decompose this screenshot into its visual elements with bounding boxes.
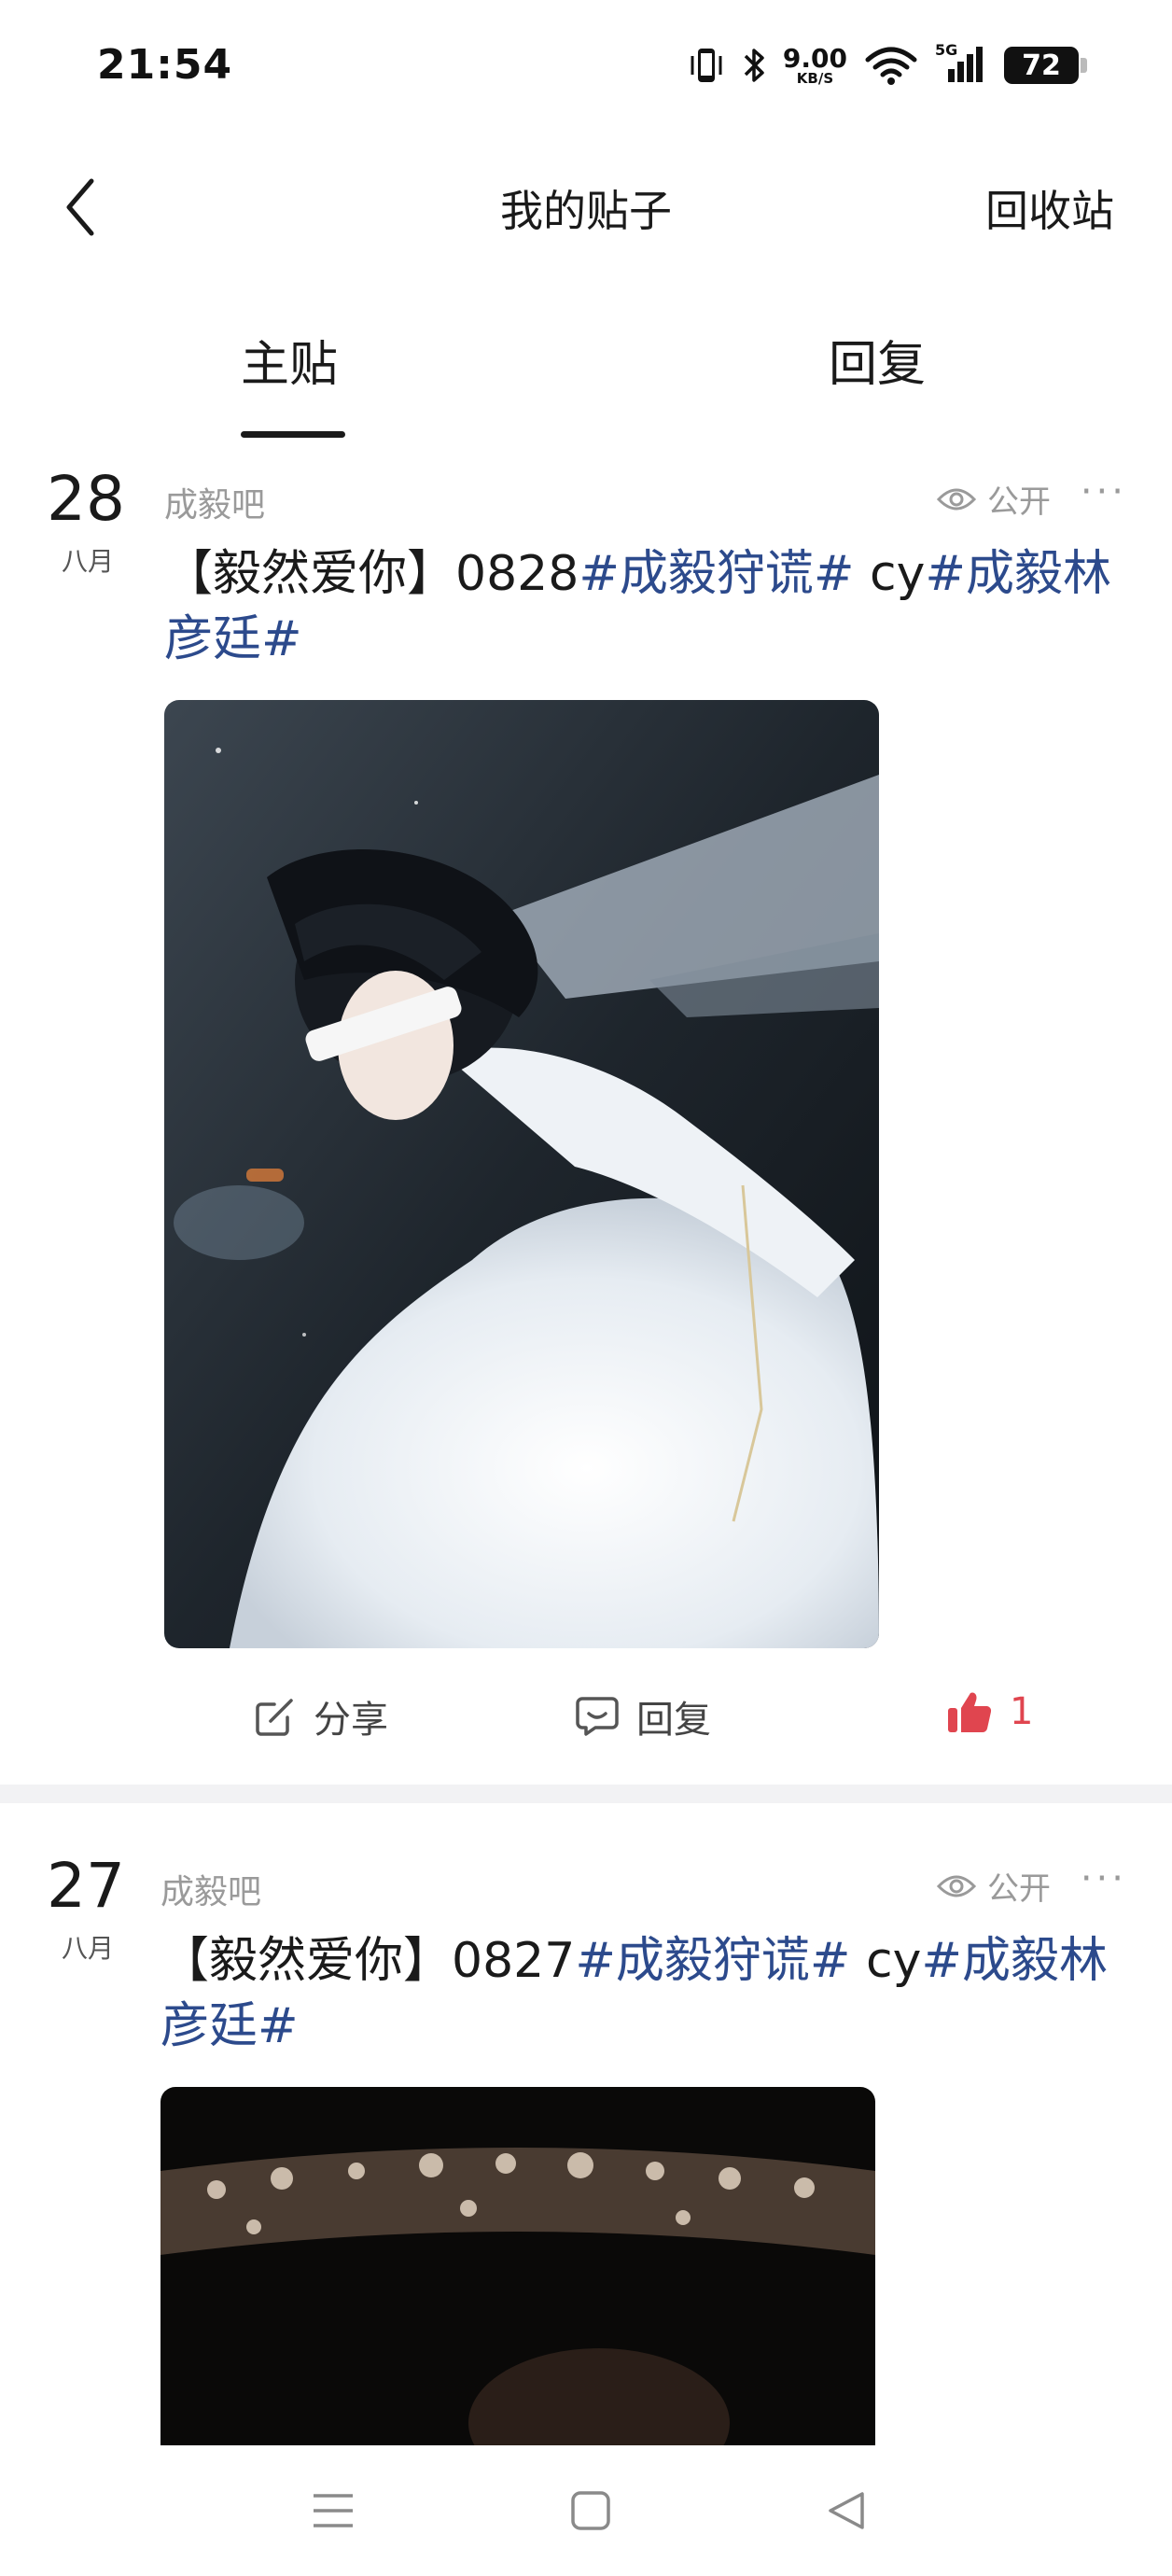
share-button[interactable]: 分享 [254, 1689, 388, 1743]
title-text: 【毅然爱你】0827 [160, 1933, 576, 1989]
post-visibility[interactable]: 公开 [937, 476, 1051, 522]
status-bar: 21:54 9.00 KB/S 5G 72 [0, 0, 1172, 131]
post-forum-name[interactable]: 成毅吧 [160, 1865, 261, 1913]
eye-icon [937, 488, 976, 510]
hashtag-link[interactable]: #成毅狩谎# [575, 1933, 850, 1989]
back-nav-button[interactable] [814, 2483, 879, 2539]
thumbs-up-icon [948, 1692, 992, 1733]
post-card[interactable]: 27 八月 成毅吧 公开 ··· 【毅然爱你】0827#成毅狩谎# cy#成毅林… [0, 1835, 1172, 2445]
reply-label: 回复 [636, 1699, 711, 1742]
post-date-month: 八月 [62, 1933, 115, 1964]
post-title[interactable]: 【毅然爱你】0828#成毅狩谎# cy#成毅林彦廷# [164, 541, 1116, 672]
tab-bar: 主贴 回复 [0, 308, 1172, 439]
more-options-button[interactable]: ··· [1081, 470, 1127, 513]
battery-icon: 72 [1004, 47, 1087, 84]
post-image[interactable] [160, 2087, 875, 2445]
title-text: cy [854, 546, 926, 602]
post-date-day: 28 [47, 463, 125, 535]
post-divider [0, 1785, 1172, 1803]
post-date-day: 27 [47, 1850, 125, 1922]
tab-main-posts[interactable]: 主贴 [241, 325, 338, 395]
post-date-month: 八月 [62, 546, 115, 577]
home-square-icon [571, 2491, 610, 2530]
status-icons: 9.00 KB/S 5G 72 [688, 37, 1087, 93]
visibility-label: 公开 [987, 1870, 1051, 1908]
post-actions: 分享 回复 1 [0, 1680, 1172, 1755]
post-visibility[interactable]: 公开 [937, 1863, 1051, 1909]
title-text: 【毅然爱你】0828 [164, 546, 579, 602]
eye-icon [937, 1875, 976, 1897]
tab-replies[interactable]: 回复 [829, 325, 926, 395]
tab-active-indicator [241, 431, 345, 438]
menu-icon [314, 2494, 353, 2527]
system-nav-bar [0, 2445, 1172, 2576]
visibility-label: 公开 [987, 483, 1051, 521]
net-speed-unit: KB/S [796, 69, 834, 87]
share-label: 分享 [314, 1699, 388, 1742]
signal-icon: 5G [935, 41, 987, 86]
post-forum-name[interactable]: 成毅吧 [164, 478, 265, 526]
battery-level: 72 [1022, 49, 1061, 82]
wifi-icon [864, 45, 918, 86]
post-title[interactable]: 【毅然爱你】0827#成毅狩谎# cy#成毅林彦廷# [160, 1928, 1112, 2059]
more-options-button[interactable]: ··· [1081, 1857, 1127, 1900]
hashtag-link[interactable]: #成毅狩谎# [579, 546, 854, 602]
comment-icon [576, 1697, 619, 1736]
post-image[interactable] [164, 700, 879, 1648]
vibrate-icon [688, 45, 725, 86]
title-text: cy [850, 1933, 922, 1989]
back-triangle-icon [829, 2492, 864, 2529]
status-time: 21:54 [97, 41, 233, 89]
recycle-bin-button[interactable]: 回收站 [985, 177, 1114, 239]
like-button[interactable]: 1 [946, 1689, 1033, 1734]
reply-button[interactable]: 回复 [575, 1689, 711, 1743]
share-icon [256, 1699, 293, 1736]
menu-nav-button[interactable] [300, 2483, 366, 2539]
post-card[interactable]: 28 八月 成毅吧 公开 ··· 【毅然爱你】0828#成毅狩谎# cy#成毅林… [0, 448, 1172, 1801]
net-speed-value: 9.00 [782, 42, 847, 74]
home-nav-button[interactable] [558, 2483, 623, 2539]
net-speed: 9.00 KB/S [782, 42, 847, 87]
bluetooth-icon [742, 45, 766, 86]
header: 我的贴子 回收站 [0, 149, 1172, 261]
like-count: 1 [1010, 1690, 1034, 1733]
